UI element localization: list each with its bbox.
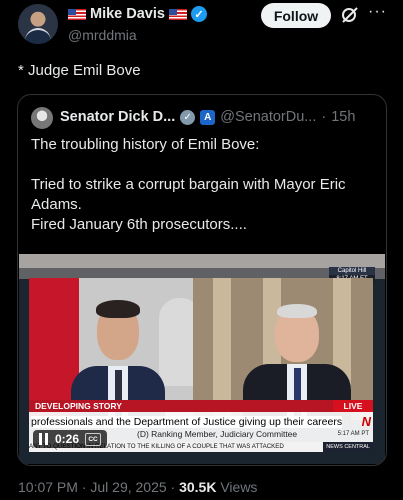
author-handle[interactable]: @mrddmia <box>68 27 137 43</box>
more-options-icon[interactable]: ··· <box>368 3 387 21</box>
views-label: Views <box>216 479 258 495</box>
closed-captions-icon[interactable]: CC <box>85 432 102 446</box>
author-avatar[interactable] <box>18 4 58 44</box>
post-metadata: 10:07 PM · Jul 29, 2025 · 30.5K Views <box>18 479 257 495</box>
quoted-line: The troubling history of Emil Bove: <box>31 136 260 153</box>
view-count: 30.5K <box>179 479 217 495</box>
news-ticker-tag: NEWS CENTRAL <box>323 442 373 452</box>
author-name[interactable]: Mike Davis <box>90 6 165 22</box>
video-panel-right <box>193 278 373 420</box>
video-controls[interactable]: 0:26 CC <box>33 430 108 448</box>
separator-dot: · <box>321 109 327 125</box>
us-flag-icon <box>68 8 86 20</box>
quoted-post[interactable]: Senator Dick D... ✓ A @SenatorDu... · 15… <box>17 94 387 466</box>
live-badge: LIVE <box>333 400 373 412</box>
lower-third-subtitle: (D) Ranking Member, Judiciary Committee <box>137 429 298 439</box>
closed-caption-text: professionals and the Department of Just… <box>31 416 343 428</box>
quoted-author-name: Senator Dick D... <box>60 109 176 125</box>
post-timestamp[interactable]: 10:07 PM · Jul 29, 2025 · <box>18 479 179 495</box>
video-elapsed-time: 0:26 <box>55 432 80 446</box>
pause-icon[interactable] <box>39 433 49 445</box>
post-text: * Judge Emil Bove <box>18 62 141 79</box>
senate-affiliation-icon: A <box>200 109 216 125</box>
video-panel-left <box>29 278 201 420</box>
quoted-handle: @SenatorDu... <box>220 109 317 125</box>
video-player[interactable]: Capitol Hill 8:17 AM ET <box>19 254 385 464</box>
author-name-row[interactable]: Mike Davis ✓ <box>68 6 207 22</box>
grok-icon[interactable] <box>340 5 360 25</box>
quoted-line: Tried to strike a corrupt bargain with M… <box>31 176 346 233</box>
government-badge-icon: ✓ <box>180 109 196 125</box>
quoted-header: Senator Dick D... ✓ A @SenatorDu... · 15… <box>60 109 355 125</box>
us-flag-icon <box>168 8 187 20</box>
cnn-logo-icon: N <box>361 414 371 429</box>
quoted-time: 15h <box>331 109 356 125</box>
quoted-author-avatar <box>31 107 53 129</box>
location-label: Capitol Hill <box>329 267 375 275</box>
developing-story-label: DEVELOPING STORY <box>35 401 122 411</box>
follow-button[interactable]: Follow <box>261 3 331 28</box>
verified-badge-icon: ✓ <box>190 6 207 22</box>
quoted-text: The troubling history of Emil Bove: Trie… <box>31 135 371 255</box>
lower-third-time: 5:17 AM PT <box>337 431 369 437</box>
